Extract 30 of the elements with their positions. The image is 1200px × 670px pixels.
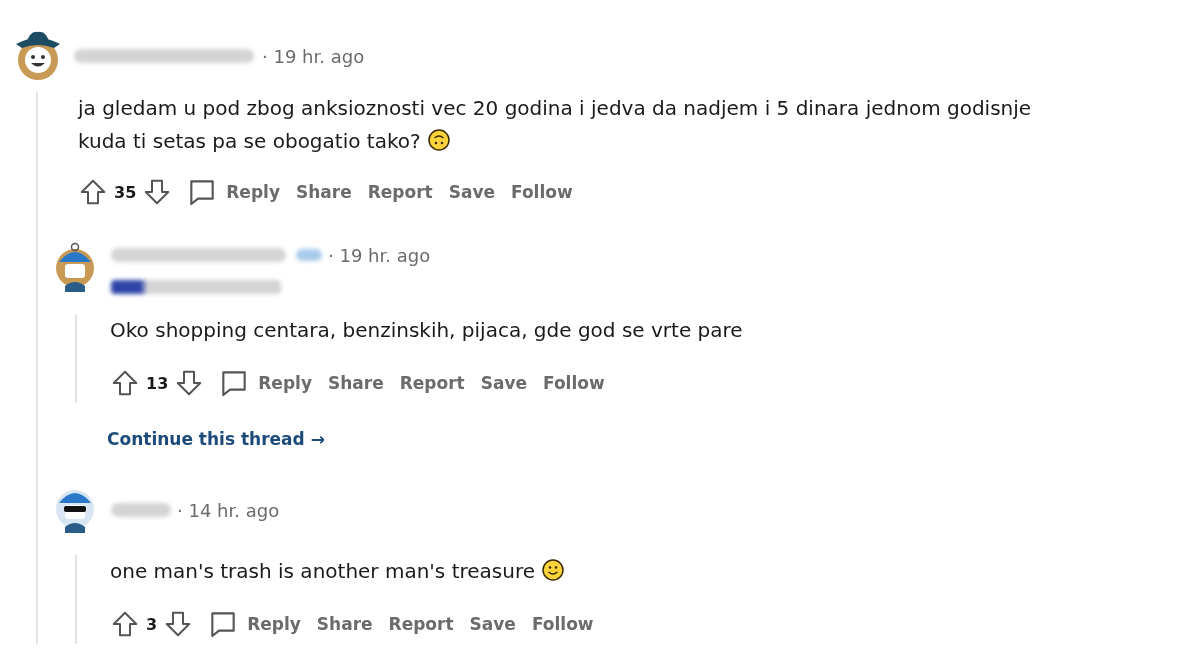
action-button[interactable]: Save (472, 369, 535, 397)
emoji-icon (426, 128, 451, 152)
action-button[interactable]: Share (308, 610, 381, 638)
comment-time: · 19 hr. ago (328, 244, 431, 266)
vote-count: 13 (146, 373, 169, 393)
action-button[interactable]: Follow (523, 610, 602, 638)
action-button[interactable]: Report (380, 610, 462, 638)
vote-count: 35 (114, 182, 137, 202)
comment-text: one man's trash is another man's treasure (110, 555, 1200, 588)
comment-text: Oko shopping centara, benzinskih, pijaca, gde god se vrte pare (110, 317, 744, 344)
action-button[interactable]: Follow (535, 369, 613, 397)
action-button[interactable]: Save (461, 610, 524, 638)
upvote-icon[interactable] (110, 609, 140, 639)
action-button[interactable]: Report (391, 369, 473, 397)
action-button[interactable]: Save (440, 178, 503, 206)
upvote-icon[interactable] (110, 368, 140, 398)
comment-time: · 14 hr. ago (177, 499, 280, 521)
comment-text: ja gledam u pod zbog anksioznosti vec 20 godina i jedva da nadjem i 5 dinara jednom godisnje kuda ti setas pa se obogatio tako? (78, 95, 1033, 155)
action-button[interactable]: Report (359, 178, 441, 206)
continue-thread-link[interactable]: Continue this thread → (107, 429, 325, 449)
comment-time: · 19 hr. ago (262, 45, 365, 67)
action-button[interactable]: Reply (218, 178, 288, 206)
action-button[interactable]: Follow (503, 178, 581, 206)
action-button[interactable]: Reply (239, 610, 309, 638)
upvote-icon[interactable] (78, 177, 108, 207)
vote-count: 3 (146, 614, 158, 634)
action-button[interactable]: Reply (250, 369, 320, 397)
emoji-icon (541, 558, 565, 582)
action-button[interactable]: Share (319, 369, 392, 397)
action-button[interactable]: Share (287, 178, 360, 206)
